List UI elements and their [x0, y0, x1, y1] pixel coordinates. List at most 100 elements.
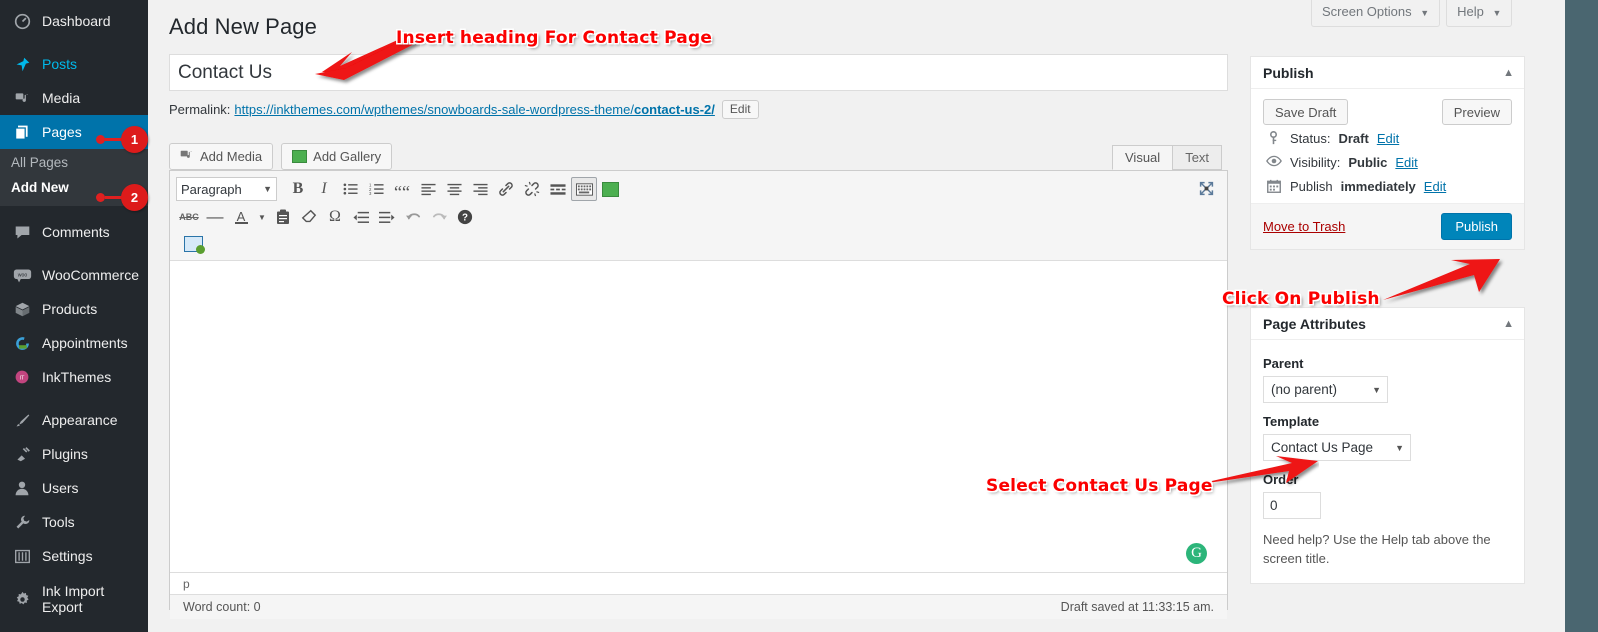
- sidebar-item-appointments[interactable]: Appointments: [0, 326, 148, 360]
- sidebar-submenu-add-new[interactable]: Add New: [0, 175, 148, 200]
- read-more-icon[interactable]: [545, 177, 571, 201]
- blockquote-icon[interactable]: ““: [389, 177, 415, 201]
- visibility-edit-link[interactable]: Edit: [1395, 155, 1417, 170]
- numbered-list-icon[interactable]: 123: [363, 177, 389, 201]
- sidebar-item-users[interactable]: Users: [0, 471, 148, 505]
- page-attributes-header[interactable]: Page Attributes ▲: [1251, 308, 1524, 340]
- media-buttons-group: Add Media Add Gallery: [169, 143, 393, 170]
- green-swatch: [601, 181, 619, 197]
- svg-text:?: ?: [462, 213, 468, 224]
- keyboard-shortcuts-icon[interactable]: ?: [452, 205, 478, 229]
- parent-label: Parent: [1263, 356, 1304, 371]
- text-color-icon[interactable]: A: [228, 205, 254, 229]
- add-media-button[interactable]: Add Media: [169, 143, 274, 170]
- decrease-indent-icon[interactable]: [348, 205, 374, 229]
- sidebar-item-label: Pages: [42, 124, 82, 140]
- italic-icon[interactable]: I: [311, 177, 337, 201]
- sidebar-item-media[interactable]: Media: [0, 81, 148, 115]
- format-select[interactable]: Paragraph ▼: [176, 177, 277, 201]
- visibility-prefix: Visibility:: [1290, 155, 1341, 170]
- save-draft-button[interactable]: Save Draft: [1263, 99, 1349, 125]
- sidebar-item-tools[interactable]: Tools: [0, 505, 148, 539]
- schedule-value: immediately: [1340, 179, 1416, 194]
- sidebar-item-label: Comments: [42, 224, 110, 240]
- clear-formatting-icon[interactable]: [296, 205, 322, 229]
- svg-text:IT: IT: [20, 375, 26, 381]
- align-left-icon[interactable]: [415, 177, 441, 201]
- strikethrough-icon[interactable]: ABC: [176, 205, 202, 229]
- toolbar-row-1: Paragraph ▼ B I 123 ““: [176, 176, 1221, 202]
- visibility-value: Public: [1348, 155, 1388, 170]
- align-center-icon[interactable]: [441, 177, 467, 201]
- align-right-icon[interactable]: [467, 177, 493, 201]
- permalink-slug-link[interactable]: contact-us-2/: [634, 102, 715, 117]
- bold-icon[interactable]: B: [285, 177, 311, 201]
- status-edit-link[interactable]: Edit: [1377, 131, 1399, 146]
- admin-sidebar: Dashboard Posts Media Pages All Pages Ad…: [0, 0, 148, 632]
- insert-link-icon[interactable]: [493, 177, 519, 201]
- sidebar-item-pages[interactable]: Pages: [0, 115, 148, 149]
- tab-text[interactable]: Text: [1172, 145, 1223, 170]
- page-attributes-help-note: Need help? Use the Help tab above the sc…: [1263, 532, 1491, 566]
- sidebar-item-comments[interactable]: Comments: [0, 215, 148, 249]
- publish-button[interactable]: Publish: [1441, 213, 1512, 240]
- chevron-up-icon[interactable]: ▲: [1503, 67, 1514, 79]
- schedule-edit-link[interactable]: Edit: [1424, 179, 1446, 194]
- draft-saved-label: Draft saved at 11:33:15 am.: [1060, 600, 1214, 614]
- add-gallery-button[interactable]: Add Gallery: [281, 143, 393, 170]
- unlink-icon[interactable]: [519, 177, 545, 201]
- chevron-up-icon[interactable]: ▲: [1503, 318, 1514, 330]
- sidebar-item-posts[interactable]: Posts: [0, 47, 148, 81]
- sidebar-item-label: Media: [42, 90, 81, 106]
- insert-contact-form-icon[interactable]: [180, 232, 206, 256]
- sidebar-item-label: Tools: [42, 514, 75, 530]
- tab-visual[interactable]: Visual: [1112, 145, 1174, 170]
- move-to-trash-link[interactable]: Move to Trash: [1263, 219, 1345, 234]
- sidebar-item-appearance[interactable]: Appearance: [0, 403, 148, 437]
- sidebar-item-label: Dashboard: [42, 13, 111, 29]
- word-count-label: Word count: 0: [183, 600, 261, 614]
- horizontal-rule-icon[interactable]: —: [202, 205, 228, 229]
- sidebar-item-plugins[interactable]: Plugins: [0, 437, 148, 471]
- paste-as-text-icon[interactable]: [270, 205, 296, 229]
- undo-icon[interactable]: [400, 205, 426, 229]
- sidebar-submenu-all-pages[interactable]: All Pages: [0, 150, 148, 175]
- menu-separator: [0, 573, 148, 582]
- order-input[interactable]: [1263, 492, 1321, 519]
- preview-button[interactable]: Preview: [1441, 99, 1512, 125]
- grammarly-badge-icon[interactable]: G: [1186, 543, 1207, 564]
- tab-text-label: Text: [1185, 150, 1210, 165]
- publish-metabox-title: Publish: [1263, 64, 1314, 81]
- main-content-wrap: Add New Page Permalink: https://inktheme…: [148, 0, 1565, 632]
- permalink-base-link[interactable]: https://inkthemes.com/wpthemes/snowboard…: [234, 102, 634, 117]
- template-select[interactable]: Contact Us Page ▼: [1263, 434, 1411, 461]
- distraction-free-writing-icon[interactable]: [1197, 179, 1217, 199]
- calendar-icon: [1265, 179, 1282, 193]
- publish-metabox-header[interactable]: Publish ▲: [1251, 57, 1524, 89]
- text-color-dropdown-icon[interactable]: ▼: [254, 205, 270, 229]
- sidebar-item-dashboard[interactable]: Dashboard: [0, 4, 148, 38]
- sidebar-item-inkthemes[interactable]: IT InkThemes: [0, 360, 148, 394]
- parent-select[interactable]: (no parent) ▼: [1263, 376, 1388, 403]
- editor-container: Paragraph ▼ B I 123 ““ ABC — A ▼ Ω ? G p…: [169, 170, 1228, 619]
- add-media-icon: [180, 148, 194, 165]
- green-block-icon[interactable]: [597, 177, 623, 201]
- bulleted-list-icon[interactable]: [337, 177, 363, 201]
- editor-mode-tabs: Visual Text: [1112, 145, 1223, 170]
- woocommerce-icon: woo: [11, 265, 33, 285]
- increase-indent-icon[interactable]: [374, 205, 400, 229]
- page-title-input[interactable]: [169, 54, 1228, 91]
- editor-status-bar: Word count: 0 Draft saved at 11:33:15 am…: [170, 594, 1227, 619]
- sidebar-item-settings[interactable]: Settings: [0, 539, 148, 573]
- inkthemes-icon: IT: [11, 367, 33, 387]
- toolbar-toggle-icon[interactable]: [571, 177, 597, 201]
- redo-icon[interactable]: [426, 205, 452, 229]
- visibility-row: Visibility: Public Edit: [1263, 149, 1512, 173]
- permalink-edit-button[interactable]: Edit: [721, 100, 759, 119]
- comment-icon: [11, 222, 33, 242]
- editor-canvas[interactable]: G: [170, 261, 1227, 572]
- sidebar-item-ink-import-export[interactable]: Ink Import Export: [0, 582, 148, 616]
- special-character-icon[interactable]: Ω: [322, 205, 348, 229]
- sidebar-item-woocommerce[interactable]: woo WooCommerce: [0, 258, 148, 292]
- sidebar-item-products[interactable]: Products: [0, 292, 148, 326]
